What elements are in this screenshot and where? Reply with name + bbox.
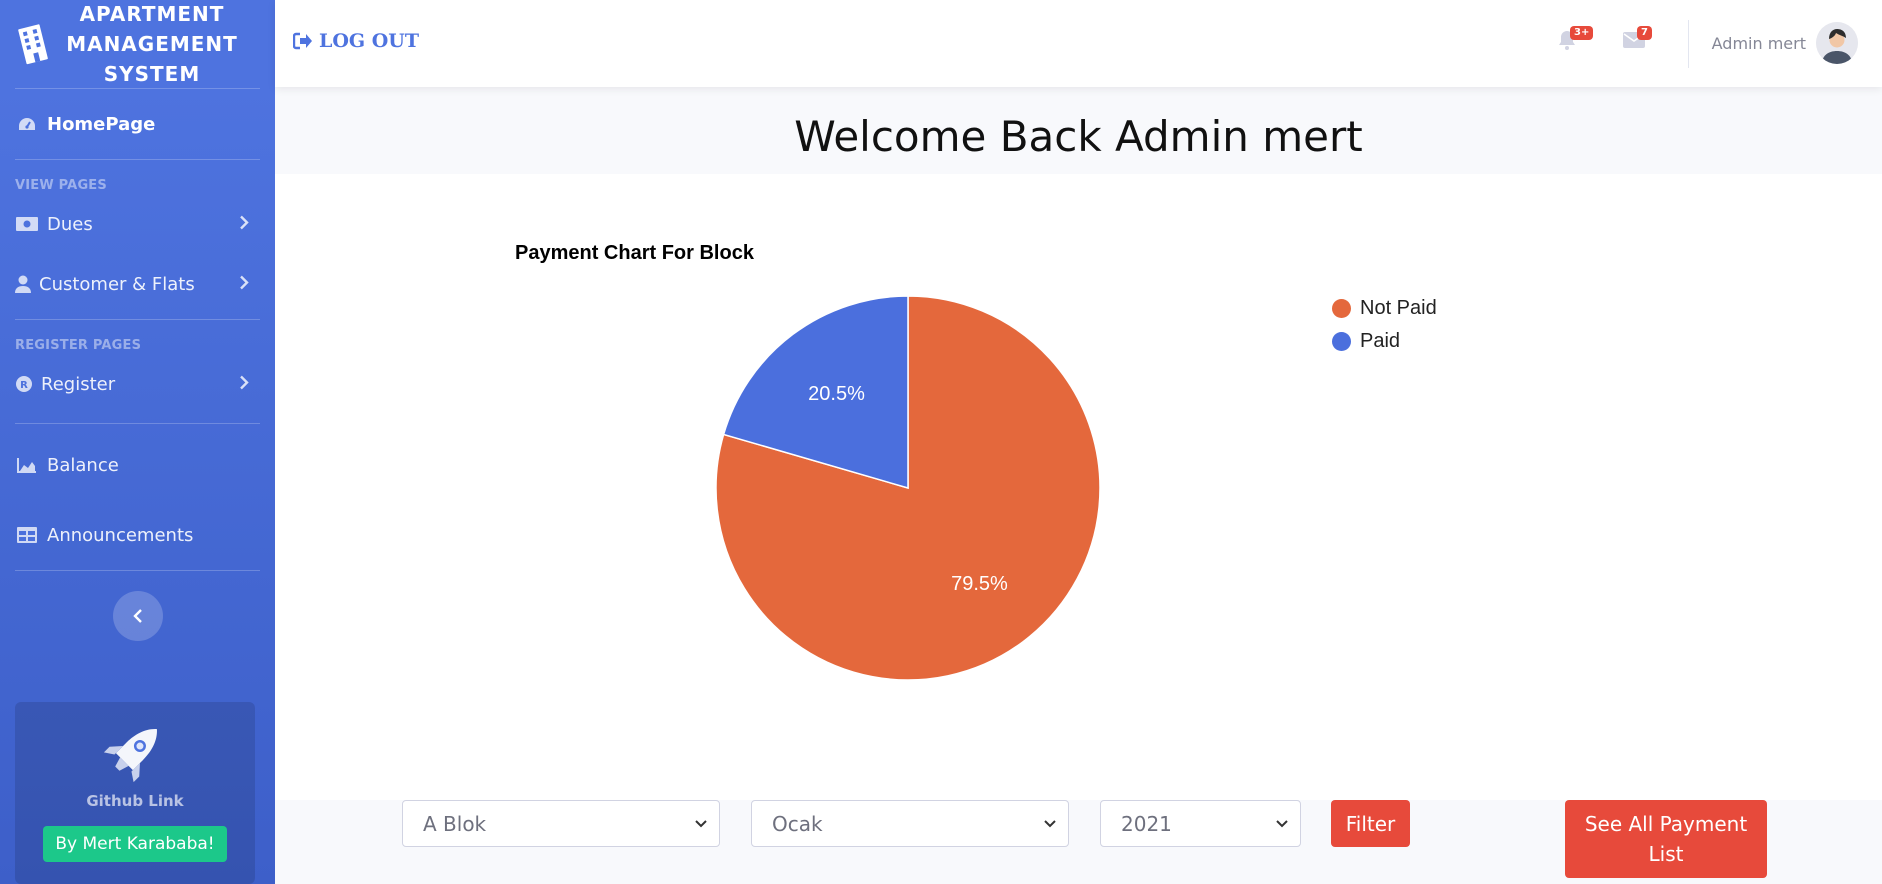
topbar: LOG OUT 3+ 7 Admin mert [275, 0, 1882, 87]
filter-bar: A Blok Ocak 2021 Filter See All Payment … [275, 800, 1882, 884]
sidebar-item-announcements[interactable]: Announcements [0, 500, 275, 570]
month-select[interactable]: Ocak [751, 800, 1069, 847]
sidebar-heading-view: VIEW PAGES [15, 178, 107, 193]
promo-title: Github Link [86, 792, 184, 810]
avatar [1816, 22, 1858, 64]
github-promo-card: Github Link By Mert Karababa! [15, 702, 255, 884]
building-icon [18, 24, 48, 65]
chevron-right-icon [239, 374, 249, 395]
chevron-left-icon [132, 609, 142, 623]
sidebar: APARTMENT MANAGEMENT SYSTEM HomePage VIE… [0, 0, 275, 884]
sign-out-icon [293, 32, 312, 50]
legend-label: Not Paid [1360, 297, 1437, 319]
pie-label: 20.5% [808, 383, 865, 405]
table-icon [15, 525, 39, 545]
block-select-value: A Blok [423, 811, 487, 836]
year-select[interactable]: 2021 [1100, 800, 1301, 847]
sidebar-item-homepage[interactable]: HomePage [0, 89, 275, 159]
chart-area-icon [15, 455, 39, 475]
chart-legend: Not Paid Paid [1332, 292, 1437, 358]
payment-pie-chart: 79.5% 20.5% [715, 295, 1101, 681]
sidebar-item-balance[interactable]: Balance [0, 430, 275, 500]
registered-icon: R [15, 374, 33, 394]
sidebar-toggle-button[interactable] [112, 591, 163, 641]
chevron-right-icon [239, 214, 249, 235]
sidebar-item-customer-flats[interactable]: Customer & Flats [0, 249, 275, 319]
sidebar-item-label: HomePage [47, 113, 156, 135]
sidebar-item-label: Customer & Flats [39, 273, 195, 295]
legend-item[interactable]: Not Paid [1332, 292, 1437, 325]
github-link-button[interactable]: By Mert Karababa! [43, 826, 227, 862]
user-name: Admin mert [1711, 33, 1806, 53]
rocket-icon [103, 729, 157, 783]
logout-label: LOG OUT [319, 30, 420, 52]
sidebar-item-dues[interactable]: Dues [0, 199, 275, 249]
sidebar-divider [15, 570, 260, 571]
topbar-divider [1688, 20, 1689, 68]
sidebar-item-register[interactable]: R Register [0, 359, 275, 409]
chevron-right-icon [239, 274, 249, 295]
filter-button[interactable]: Filter [1331, 800, 1410, 847]
sidebar-item-label: Register [41, 373, 116, 395]
welcome-heading: Welcome Back Admin mert [794, 112, 1363, 161]
payment-chart-card: Payment Chart For Block 79.5% 20.5% Not P… [275, 174, 1882, 800]
block-select[interactable]: A Blok [402, 800, 720, 847]
month-select-value: Ocak [772, 811, 823, 836]
user-menu[interactable]: Admin mert [1712, 22, 1858, 64]
pie-label: 79.5% [951, 573, 1008, 595]
sidebar-item-label: Balance [47, 454, 119, 476]
alerts-button[interactable]: 3+ [1558, 26, 1594, 54]
messages-badge: 7 [1637, 26, 1652, 40]
chevron-down-icon [695, 819, 707, 827]
svg-text:R: R [20, 380, 28, 391]
user-icon [15, 274, 31, 294]
see-all-payments-button[interactable]: See All Payment List [1565, 800, 1767, 878]
brand[interactable]: APARTMENT MANAGEMENT SYSTEM [0, 0, 275, 88]
chevron-down-icon [1044, 819, 1056, 827]
chevron-down-icon [1276, 819, 1288, 827]
legend-swatch [1332, 332, 1351, 351]
sidebar-heading-register: REGISTER PAGES [15, 338, 142, 353]
alerts-badge: 3+ [1570, 26, 1594, 40]
messages-button[interactable]: 7 [1623, 26, 1652, 52]
tachometer-icon [15, 114, 39, 134]
sidebar-divider [15, 423, 260, 424]
legend-label: Paid [1360, 330, 1401, 352]
logout-button[interactable]: LOG OUT [293, 30, 419, 52]
brand-title: APARTMENT MANAGEMENT SYSTEM [66, 2, 238, 86]
legend-item[interactable]: Paid [1332, 325, 1437, 358]
sidebar-item-label: Announcements [47, 524, 194, 546]
money-bill-icon [15, 214, 39, 234]
sidebar-item-label: Dues [47, 213, 93, 235]
legend-swatch [1332, 299, 1351, 318]
year-select-value: 2021 [1121, 811, 1172, 836]
